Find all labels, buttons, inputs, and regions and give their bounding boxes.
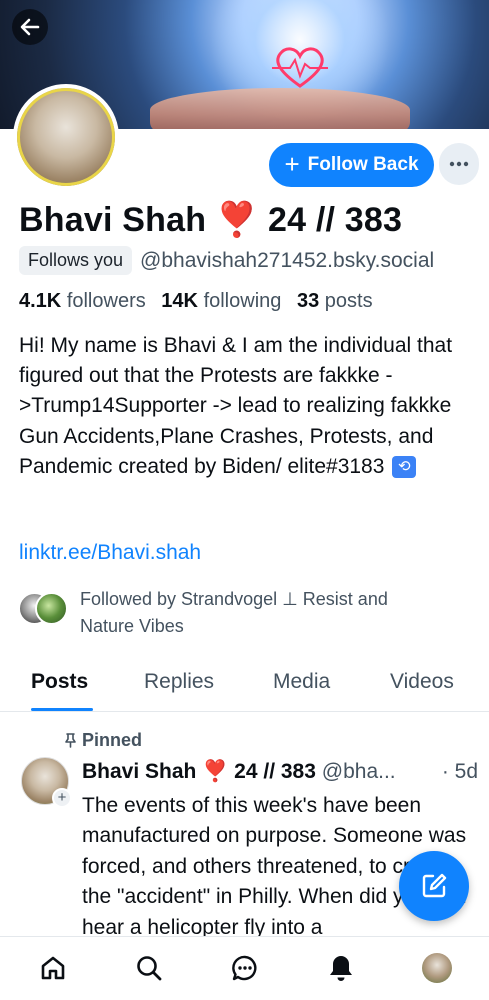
followed-by-row[interactable]: Followed by Strandvogel ⊥ Resist and Nat… (18, 586, 440, 640)
banner-hand (150, 88, 410, 129)
profile-avatar-icon (422, 953, 452, 983)
profile-avatar[interactable] (13, 84, 119, 190)
follow-back-label: Follow Back (307, 154, 419, 175)
followed-by-avatars (18, 586, 70, 626)
nav-profile[interactable] (420, 951, 454, 985)
post-header: Bhavi Shah ❣️ 24 // 383 @bha... · 5d (82, 760, 482, 784)
nav-search[interactable] (132, 951, 166, 985)
followers-label[interactable]: followers (67, 290, 146, 312)
followers-count[interactable]: 4.1K (19, 290, 61, 312)
followed-by-text: Followed by Strandvogel ⊥ Resist and Nat… (80, 589, 388, 636)
pin-icon (65, 733, 76, 748)
arrow-left-icon (20, 18, 40, 36)
follow-back-button[interactable]: + Follow Back (269, 143, 434, 187)
search-icon (137, 956, 162, 981)
following-label[interactable]: following (204, 290, 282, 312)
ellipsis-icon (449, 161, 469, 167)
chat-icon (232, 955, 257, 981)
profile-link[interactable]: linktr.ee/Bhavi.shah (19, 541, 201, 565)
bottom-nav (0, 936, 489, 1000)
tab-media[interactable]: Media (273, 670, 330, 694)
posts-count: 33 (296, 290, 320, 312)
display-name: Bhavi Shah ❣️ 24 // 383 (19, 201, 403, 239)
repeat-emoji-icon: ⟲ (392, 456, 417, 479)
posts-label: posts (324, 290, 373, 312)
pinned-label-row: Pinned (64, 730, 142, 751)
post-author-name[interactable]: Bhavi Shah ❣️ 24 // 383 (82, 760, 316, 783)
nav-chat[interactable] (228, 951, 262, 985)
post-author-avatar[interactable]: + (21, 757, 72, 808)
plus-icon: + (284, 148, 300, 179)
compose-icon (422, 873, 447, 898)
bio-text: Hi! My name is Bhavi & I am the individu… (19, 334, 453, 478)
handle-row: Follows you @bhavishah271452.bsky.social (19, 246, 434, 275)
tab-posts[interactable]: Posts (31, 670, 88, 694)
nav-home[interactable] (36, 951, 70, 985)
follows-you-badge: Follows you (19, 246, 133, 275)
post-author-handle[interactable]: @bha... (322, 760, 396, 783)
home-icon (41, 956, 65, 980)
profile-handle: @bhavishah271452.bsky.social (140, 248, 435, 272)
avatar-ring (17, 88, 115, 186)
profile-bio: Hi! My name is Bhavi & I am the individu… (19, 331, 481, 482)
bell-icon (330, 956, 352, 981)
active-tab-indicator (31, 708, 93, 711)
pinned-label: Pinned (82, 730, 143, 750)
nav-notifications[interactable] (324, 951, 358, 985)
tab-videos[interactable]: Videos (390, 670, 454, 694)
profile-tabs: Posts Replies Media Videos (0, 662, 489, 712)
post-timestamp: · 5d (441, 760, 478, 783)
following-count[interactable]: 14K (161, 290, 198, 312)
follower-avatar (35, 592, 68, 625)
profile-stats: 4.1K followers 14K following 33 posts (19, 290, 383, 313)
more-options-button[interactable] (439, 143, 479, 185)
tab-replies[interactable]: Replies (144, 670, 214, 694)
back-button[interactable] (12, 9, 48, 45)
follow-plus-icon[interactable]: + (52, 788, 72, 808)
banner-heart-icon (272, 47, 328, 88)
compose-button[interactable] (399, 851, 469, 921)
